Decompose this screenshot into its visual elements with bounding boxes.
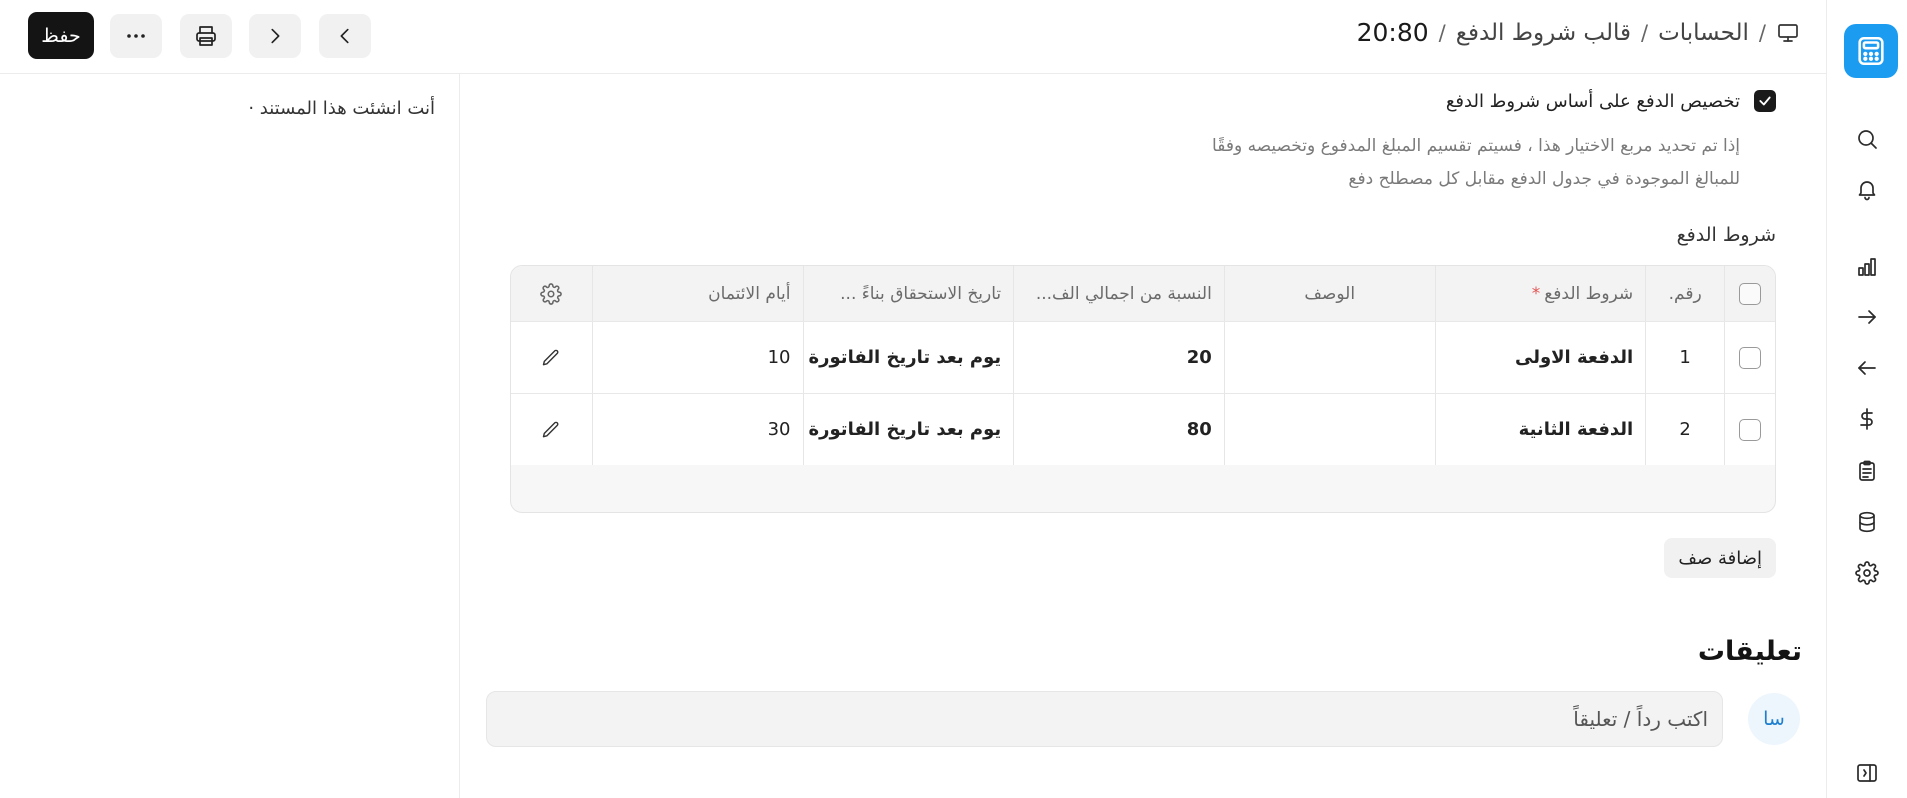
table-row[interactable]: 1 الدفعة الاولى 20 يوم بعد تاريخ الفاتور… xyxy=(511,321,1775,393)
comments-title: تعليقات xyxy=(1697,636,1802,667)
bell-icon[interactable] xyxy=(1854,176,1880,202)
add-row-button[interactable]: إضافة صف xyxy=(1664,538,1776,578)
edit-icon[interactable] xyxy=(541,420,561,440)
description-line: للمبالغ الموجودة في جدول الدفع مقابل كل … xyxy=(1348,169,1740,189)
row-description[interactable] xyxy=(1223,394,1435,465)
header-cell-no: رقم. xyxy=(1645,266,1724,321)
column-settings-icon[interactable] xyxy=(540,282,563,305)
header-cell-due-date: تاريخ الاستحقاق بناءً ... xyxy=(802,266,1014,321)
more-options-button[interactable] xyxy=(110,14,162,58)
breadcrumb-payment-terms-template[interactable]: قالب شروط الدفع xyxy=(1456,20,1631,46)
row-due-date-basis[interactable]: يوم بعد تاريخ الفاتورة xyxy=(802,394,1014,465)
database-icon[interactable] xyxy=(1854,509,1880,535)
table-row[interactable]: 2 الدفعة الثانية 80 يوم بعد تاريخ الفاتو… xyxy=(511,393,1775,465)
header-cell-settings xyxy=(511,266,592,321)
row-no: 2 xyxy=(1645,394,1724,465)
row-description[interactable] xyxy=(1223,322,1435,393)
header-label-payment-terms: شروط الدفع xyxy=(1544,283,1634,304)
bar-chart-icon[interactable] xyxy=(1854,254,1880,280)
row-checkbox[interactable] xyxy=(1739,418,1762,441)
header-cell-select xyxy=(1724,266,1775,321)
edit-icon[interactable] xyxy=(541,348,561,368)
row-percentage[interactable]: 80 xyxy=(1013,394,1224,465)
row-select-cell xyxy=(1724,394,1775,465)
row-select-cell xyxy=(1724,322,1775,393)
breadcrumb: / الحسابات / قالب شروط الدفع / 20:80 xyxy=(1357,18,1800,47)
payment-terms-table-label: شروط الدفع xyxy=(1676,224,1776,246)
allocate-payment-checkbox-row: تخصيص الدفع على أساس شروط الدفع xyxy=(1446,90,1776,112)
print-button[interactable] xyxy=(180,14,232,58)
allocate-payment-checkbox[interactable] xyxy=(1754,90,1776,112)
form-main: تخصيص الدفع على أساس شروط الدفع إذا تم ت… xyxy=(460,74,1826,798)
previous-button[interactable] xyxy=(319,14,371,58)
row-percentage[interactable]: 20 xyxy=(1013,322,1224,393)
row-edit-cell xyxy=(511,394,592,465)
gear-icon[interactable] xyxy=(1854,560,1880,586)
required-mark: * xyxy=(1531,283,1541,304)
top-bar: / الحسابات / قالب شروط الدفع / 20:80 حفظ xyxy=(0,0,1826,74)
sidebar-toggle-icon[interactable] xyxy=(1854,760,1880,786)
activity-pane: أنت انشئت هذا المستند · xyxy=(0,74,460,798)
row-checkbox[interactable] xyxy=(1739,346,1762,369)
allocate-payment-label: تخصيص الدفع على أساس شروط الدفع xyxy=(1445,90,1740,112)
description-line: إذا تم تحديد مربع الاختيار هذا ، فسيتم ت… xyxy=(1212,136,1740,156)
desktop-icon[interactable] xyxy=(1776,21,1800,45)
page-title: 20:80 xyxy=(1356,18,1429,47)
payment-terms-table: رقم. شروط الدفع * الوصف النسبة من اجمالي… xyxy=(510,265,1776,513)
comment-input[interactable]: اكتب رداً / تعليقاً xyxy=(486,691,1723,747)
row-payment-term[interactable]: الدفعة الاولى xyxy=(1434,322,1646,393)
breadcrumb-separator: / xyxy=(1758,20,1766,45)
breadcrumb-accounts[interactable]: الحسابات xyxy=(1658,20,1749,46)
next-button[interactable] xyxy=(249,14,301,58)
row-no: 1 xyxy=(1645,322,1724,393)
select-all-checkbox[interactable] xyxy=(1739,282,1762,305)
dollar-icon[interactable] xyxy=(1854,406,1880,432)
save-button[interactable]: حفظ xyxy=(28,12,94,59)
breadcrumb-separator: / xyxy=(1438,20,1446,45)
calculator-icon[interactable] xyxy=(1844,24,1898,78)
activity-text: أنت انشئت هذا المستند · xyxy=(248,98,435,119)
clipboard-icon[interactable] xyxy=(1854,458,1880,484)
allocate-payment-description: إذا تم تحديد مربع الاختيار هذا ، فسيتم ت… xyxy=(1040,130,1740,196)
header-cell-percentage: النسبة من اجمالي الف... xyxy=(1013,266,1224,321)
header-cell-credit-days: أيام الائتمان xyxy=(591,266,803,321)
row-payment-term[interactable]: الدفعة الثانية xyxy=(1434,394,1646,465)
app-sidebar xyxy=(1826,0,1907,798)
row-credit-days[interactable]: 10 xyxy=(591,322,803,393)
arrow-left-icon[interactable] xyxy=(1854,355,1880,381)
breadcrumb-separator: / xyxy=(1641,20,1649,45)
row-credit-days[interactable]: 30 xyxy=(591,394,803,465)
search-icon[interactable] xyxy=(1854,126,1880,152)
table-header-row: رقم. شروط الدفع * الوصف النسبة من اجمالي… xyxy=(511,266,1775,321)
avatar: سا xyxy=(1748,693,1800,745)
row-due-date-basis[interactable]: يوم بعد تاريخ الفاتورة xyxy=(802,322,1014,393)
arrow-right-icon[interactable] xyxy=(1854,304,1880,330)
header-cell-payment-terms: شروط الدفع * xyxy=(1434,266,1646,321)
row-edit-cell xyxy=(511,322,592,393)
header-cell-description: الوصف xyxy=(1223,266,1435,321)
